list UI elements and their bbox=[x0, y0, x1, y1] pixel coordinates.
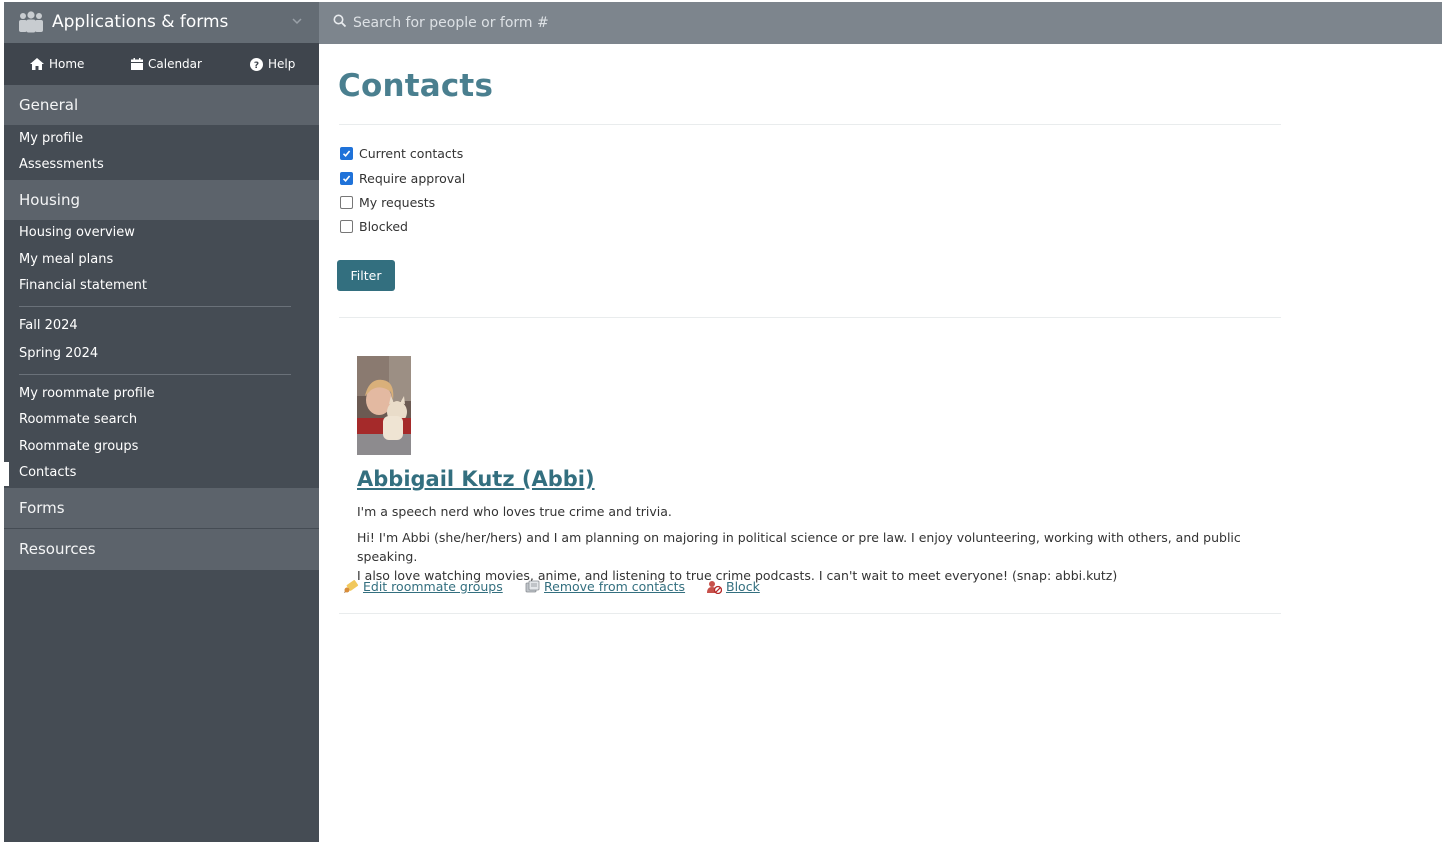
chevron-down-icon bbox=[292, 18, 302, 25]
checkmark-icon bbox=[342, 150, 351, 157]
search-input[interactable] bbox=[353, 10, 953, 36]
remove-from-contacts-link[interactable]: Remove from contacts bbox=[525, 579, 685, 594]
home-link[interactable]: Home bbox=[30, 57, 84, 71]
calendar-label: Calendar bbox=[148, 57, 202, 71]
contact-photo[interactable] bbox=[357, 356, 411, 455]
filter-label: Require approval bbox=[359, 171, 466, 186]
checkbox-checked[interactable] bbox=[340, 147, 353, 160]
profile-photo-image bbox=[357, 356, 411, 455]
block-user-icon bbox=[707, 580, 722, 594]
filter-divider bbox=[339, 317, 1281, 318]
sidebar-item-meal-plans[interactable]: My meal plans bbox=[19, 252, 113, 267]
help-icon: ? bbox=[250, 57, 263, 71]
contact-name-link[interactable]: Abbigail Kutz (Abbi) bbox=[357, 467, 595, 491]
bio-line: Hi! I'm Abbi (she/her/hers) and I am pla… bbox=[357, 530, 1241, 564]
calendar-link[interactable]: Calendar bbox=[131, 57, 202, 71]
filter-label: Blocked bbox=[359, 219, 408, 234]
contact-divider bbox=[339, 613, 1281, 614]
filter-current-contacts[interactable]: Current contacts bbox=[340, 146, 463, 161]
sidebar-item-roommate-profile[interactable]: My roommate profile bbox=[19, 386, 155, 401]
address-card-icon bbox=[525, 580, 540, 592]
sidebar-item-financial-statement[interactable]: Financial statement bbox=[19, 278, 147, 293]
contact-tagline: I'm a speech nerd who loves true crime a… bbox=[357, 504, 672, 519]
top-search-bar bbox=[319, 2, 1442, 44]
edit-roommate-groups-link[interactable]: Edit roommate groups bbox=[343, 579, 503, 594]
people-icon bbox=[19, 11, 43, 33]
sidebar: Applications & forms Home Calendar ? Hel… bbox=[4, 2, 319, 842]
sidebar-item-roommate-search[interactable]: Roommate search bbox=[19, 412, 137, 427]
action-label: Block bbox=[726, 579, 760, 594]
checkbox-unchecked[interactable] bbox=[340, 220, 353, 233]
section-general[interactable]: General bbox=[4, 85, 319, 125]
action-label: Edit roommate groups bbox=[363, 579, 503, 594]
block-link[interactable]: Block bbox=[706, 579, 760, 594]
home-icon bbox=[30, 58, 44, 70]
filter-my-requests[interactable]: My requests bbox=[340, 195, 435, 210]
title-divider bbox=[339, 124, 1281, 125]
action-label: Remove from contacts bbox=[544, 579, 686, 594]
section-forms[interactable]: Forms bbox=[4, 488, 319, 529]
help-link[interactable]: ? Help bbox=[250, 57, 295, 71]
sidebar-divider bbox=[19, 374, 291, 375]
sidebar-item-roommate-groups[interactable]: Roommate groups bbox=[19, 439, 138, 454]
search-icon bbox=[333, 14, 347, 28]
app-title: Applications & forms bbox=[52, 12, 229, 32]
filter-blocked[interactable]: Blocked bbox=[340, 219, 408, 234]
window-top-edge bbox=[0, 0, 1442, 2]
quick-nav: Home Calendar ? Help bbox=[4, 43, 319, 85]
section-resources[interactable]: Resources bbox=[4, 529, 319, 570]
active-item-indicator bbox=[4, 462, 9, 486]
sidebar-item-contacts[interactable]: Contacts bbox=[19, 465, 76, 480]
checkbox-checked[interactable] bbox=[340, 172, 353, 185]
sidebar-item-housing-overview[interactable]: Housing overview bbox=[19, 225, 135, 240]
filter-require-approval[interactable]: Require approval bbox=[340, 171, 465, 186]
sidebar-item-my-profile[interactable]: My profile bbox=[19, 131, 83, 146]
app-window: Applications & forms Home Calendar ? Hel… bbox=[0, 0, 1442, 842]
sidebar-divider bbox=[19, 306, 291, 307]
calendar-icon bbox=[131, 58, 143, 70]
contact-bio: Hi! I'm Abbi (she/her/hers) and I am pla… bbox=[357, 528, 1287, 585]
sidebar-item-fall-2024[interactable]: Fall 2024 bbox=[19, 318, 78, 333]
filter-button[interactable]: Filter bbox=[337, 260, 395, 291]
section-housing[interactable]: Housing bbox=[4, 180, 319, 220]
checkmark-icon bbox=[342, 175, 351, 182]
filter-label: Current contacts bbox=[359, 146, 464, 161]
sidebar-item-assessments[interactable]: Assessments bbox=[19, 157, 104, 172]
pencil-icon bbox=[344, 579, 359, 593]
filter-label: My requests bbox=[359, 195, 436, 210]
svg-text:?: ? bbox=[254, 61, 259, 71]
page-title: Contacts bbox=[338, 68, 494, 104]
home-label: Home bbox=[49, 57, 85, 71]
sidebar-item-spring-2024[interactable]: Spring 2024 bbox=[19, 346, 98, 361]
help-label: Help bbox=[268, 57, 296, 71]
checkbox-unchecked[interactable] bbox=[340, 196, 353, 209]
app-switcher[interactable]: Applications & forms bbox=[4, 2, 319, 43]
